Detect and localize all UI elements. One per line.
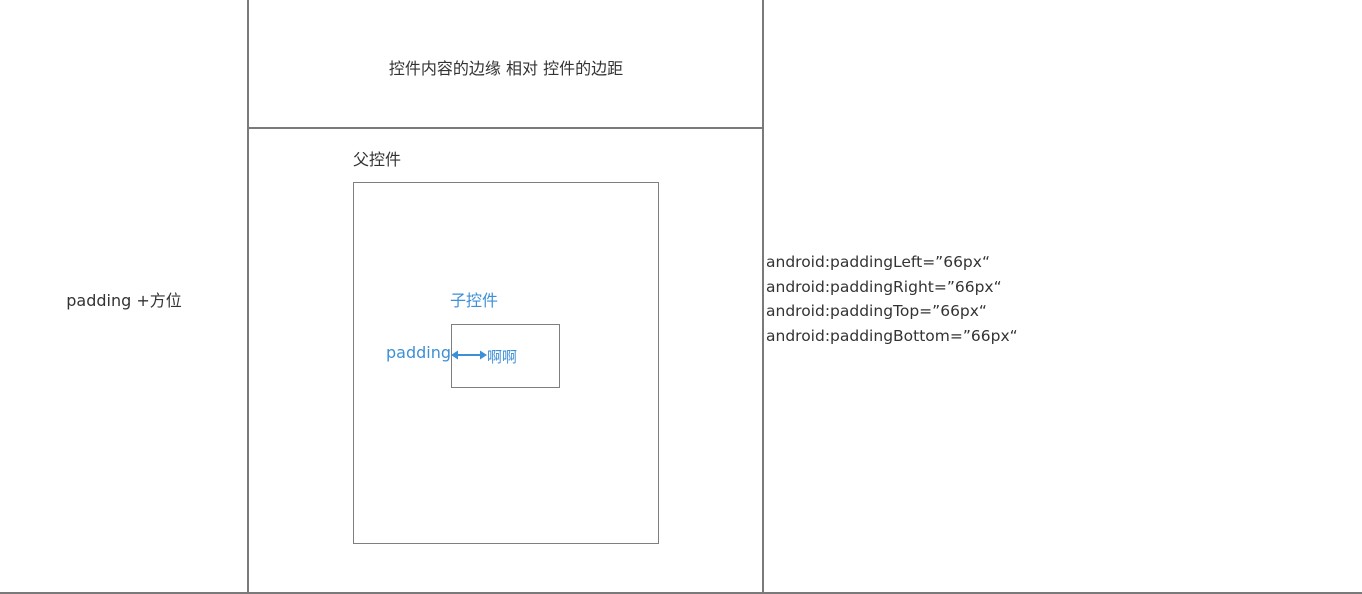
double-arrow-icon xyxy=(451,350,487,360)
diagram-caption: 控件内容的边缘 相对 控件的边距 xyxy=(388,59,624,78)
child-control-label: 子控件 xyxy=(450,291,499,310)
parent-control-label: 父控件 xyxy=(353,150,402,169)
padding-label: padding xyxy=(386,343,452,362)
code-line-padding-right: android:paddingRight=”66px“ xyxy=(766,277,1002,296)
padding-code-block: android:paddingLeft=”66px“ android:paddi… xyxy=(766,250,1018,348)
divider-caption-row xyxy=(249,127,762,129)
code-line-padding-left: android:paddingLeft=”66px“ xyxy=(766,253,990,271)
child-content-text: 啊啊 xyxy=(487,348,518,366)
code-line-padding-bottom: android:paddingBottom=”66px“ xyxy=(766,326,1018,345)
table-canvas: padding +方位 控件内容的边缘 相对 控件的边距 父控件 子控件 pad… xyxy=(0,0,1362,594)
code-line-padding-top: android:paddingTop=”66px“ xyxy=(766,302,987,320)
row-label: padding +方位 xyxy=(66,291,182,310)
divider-mid-col xyxy=(762,0,764,594)
